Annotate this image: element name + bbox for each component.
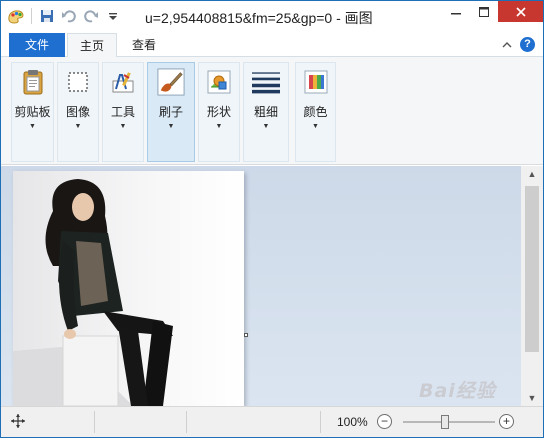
status-cell-size — [187, 411, 321, 433]
shapes-tool[interactable]: 形状 ▼ — [199, 63, 239, 163]
ribbon-group-clipboard[interactable]: 剪贴板 ▼ — [11, 62, 54, 162]
chevron-down-icon: ▼ — [119, 123, 127, 130]
status-bar: 100% − + — [1, 406, 543, 437]
title-bar: u=2,954408815&fm=25&gp=0 - 画图 — [1, 1, 543, 33]
brushes-label: 刷子 — [158, 105, 183, 119]
ribbon-right-controls: ? — [502, 37, 535, 52]
minimize-button[interactable] — [442, 1, 470, 22]
shapes-label: 形状 — [206, 105, 231, 119]
tools-label: 工具 — [110, 105, 135, 119]
help-icon[interactable]: ? — [520, 37, 535, 52]
chevron-down-icon: ▼ — [74, 123, 82, 130]
colors-icon — [302, 68, 330, 96]
line-weight-icon — [252, 68, 280, 96]
ribbon-group-brushes[interactable]: 刷子 ▼ — [147, 62, 195, 162]
resize-handle[interactable] — [244, 333, 248, 337]
size-label: 粗细 — [253, 105, 278, 119]
tab-home[interactable]: 主页 — [67, 33, 117, 58]
chevron-down-icon: ▼ — [312, 123, 319, 130]
save-icon[interactable] — [38, 7, 56, 25]
clipboard-icon — [19, 68, 47, 96]
image-tool[interactable]: 图像 ▼ — [58, 63, 98, 163]
clipboard-label: 剪贴板 — [14, 105, 51, 119]
ribbon-group-shapes[interactable]: 形状 ▼ — [198, 62, 240, 162]
undo-icon[interactable] — [60, 7, 78, 25]
qat-separator — [31, 8, 32, 24]
tools-tool[interactable]: 工具 ▼ — [103, 63, 143, 163]
status-cell-position — [1, 411, 95, 433]
ribbon-group-colors[interactable]: 颜色 ▼ — [295, 62, 336, 162]
ribbon-tabs: 文件 主页 查看 ? — [1, 33, 543, 58]
image-label: 图像 — [65, 105, 90, 119]
brushes-tool[interactable]: 刷子 ▼ — [148, 63, 194, 163]
canvas-image[interactable] — [13, 171, 244, 406]
size-tool[interactable]: 粗细 ▼ — [244, 63, 288, 163]
zoom-slider-knob[interactable] — [441, 415, 449, 429]
window-title: u=2,954408815&fm=25&gp=0 - 画图 — [145, 10, 373, 26]
tab-file[interactable]: 文件 — [9, 33, 65, 57]
chevron-down-icon: ▼ — [262, 123, 270, 130]
chevron-down-icon: ▼ — [215, 123, 223, 130]
colors-tool[interactable]: 颜色 ▼ — [296, 63, 335, 163]
tools-icon — [109, 68, 137, 96]
brush-icon — [157, 68, 185, 96]
zoom-in-button[interactable]: + — [499, 414, 514, 429]
zoom-out-button[interactable]: − — [377, 414, 392, 429]
window-controls — [442, 1, 543, 22]
chevron-down-icon: ▼ — [167, 123, 175, 130]
scroll-up-icon[interactable]: ▲ — [521, 166, 543, 182]
paint-window: u=2,954408815&fm=25&gp=0 - 画图 文件 主页 查看 ? — [0, 0, 544, 438]
ribbon-group-tools[interactable]: 工具 ▼ — [102, 62, 144, 162]
status-cell-selection — [95, 411, 187, 433]
clipboard-tool[interactable]: 剪贴板 ▼ — [12, 63, 53, 163]
ribbon-group-image[interactable]: 图像 ▼ — [57, 62, 99, 162]
maximize-button[interactable] — [470, 1, 498, 22]
zoom-slider[interactable] — [403, 415, 495, 429]
watermark: Bai经验 — [419, 380, 496, 402]
shapes-icon — [205, 68, 233, 96]
chevron-down-icon: ▼ — [29, 123, 36, 130]
scroll-down-icon[interactable]: ▼ — [521, 390, 543, 406]
ribbon: 剪贴板 ▼ 图像 ▼ 工具 ▼ 刷子 ▼ 形状 ▼ 粗细 ▼ 颜色 ▼ — [1, 57, 543, 165]
paint-app-icon[interactable] — [7, 7, 25, 25]
close-button[interactable] — [498, 1, 543, 22]
zoom-level: 100% — [337, 415, 368, 429]
ribbon-group-size[interactable]: 粗细 ▼ — [243, 62, 289, 162]
redo-icon[interactable] — [82, 7, 100, 25]
scrollbar-thumb[interactable] — [525, 186, 539, 352]
customize-qat-icon[interactable] — [104, 7, 122, 25]
collapse-ribbon-icon[interactable] — [502, 38, 512, 52]
vertical-scrollbar[interactable]: ▲ ▼ — [521, 166, 543, 406]
select-icon — [64, 68, 92, 96]
quick-access-toolbar — [7, 7, 122, 25]
tab-view[interactable]: 查看 — [119, 33, 169, 57]
colors-label: 颜色 — [303, 105, 328, 119]
